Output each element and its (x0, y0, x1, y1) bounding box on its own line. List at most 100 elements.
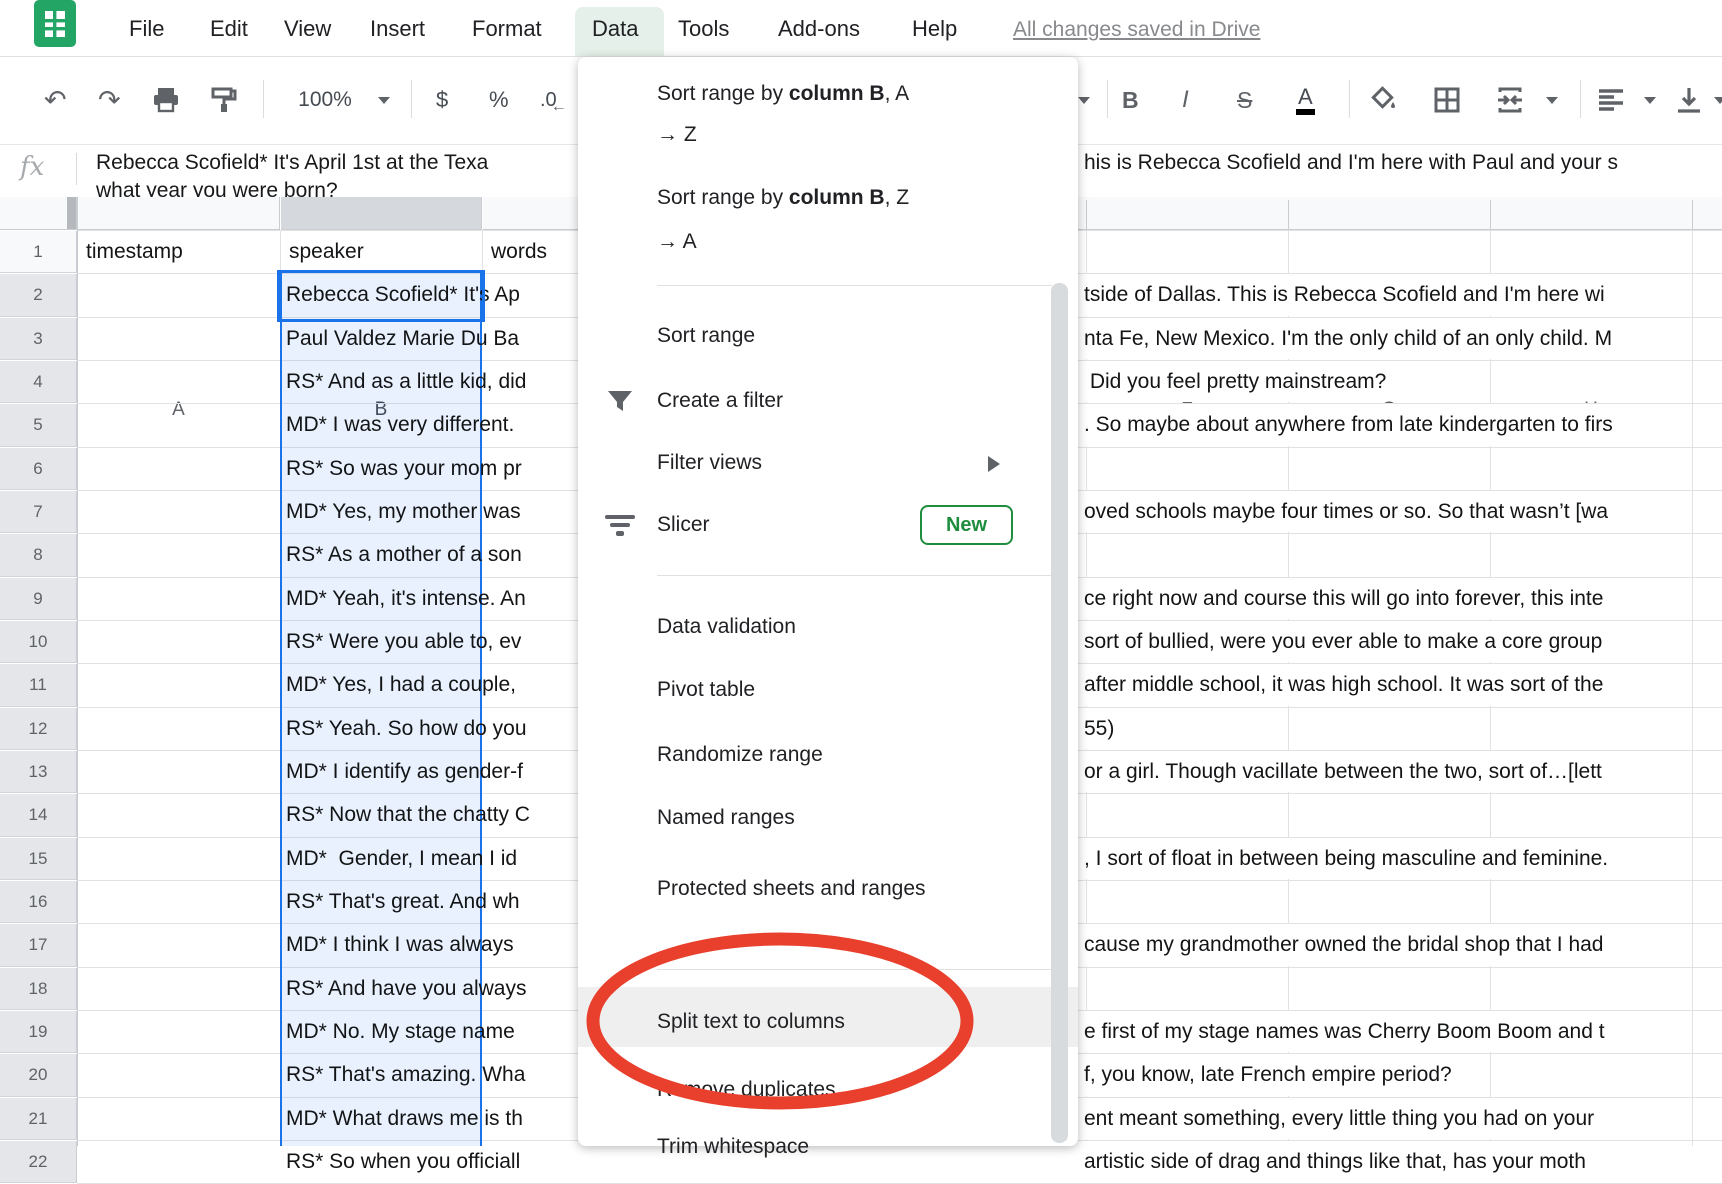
cell-b6[interactable]: RS* So was your mom pr (286, 447, 578, 490)
cell-overflow-row9[interactable]: ce right now and course this will go int… (1084, 578, 1603, 619)
row-header-9[interactable]: 9 (0, 578, 77, 620)
cell-overflow-row11[interactable]: after middle school, it was high school.… (1084, 664, 1603, 706)
row-header-6[interactable]: 6 (0, 448, 77, 490)
column-header-a[interactable]: A (78, 197, 280, 230)
menu-edit[interactable]: Edit (210, 16, 248, 42)
cell-a1[interactable]: timestamp (86, 230, 276, 273)
row-header-15[interactable]: 15 (0, 838, 77, 880)
italic-button[interactable]: I (1182, 82, 1189, 118)
cell-overflow-row7[interactable]: oved schools maybe four times or so. So … (1084, 491, 1608, 532)
row-header-20[interactable]: 20 (0, 1054, 77, 1097)
column-header-b[interactable]: B (281, 197, 482, 230)
row-header-4[interactable]: 4 (0, 361, 77, 403)
more-caret-icon[interactable] (1714, 82, 1722, 118)
cell-overflow-row5[interactable]: . So maybe about anywhere from late kind… (1084, 404, 1613, 446)
active-cell-b2[interactable] (277, 270, 485, 322)
menu-item-slicer[interactable]: Slicer (657, 511, 710, 539)
menu-format[interactable]: Format (472, 16, 542, 42)
cell-b21[interactable]: MD* What draws me is th (286, 1097, 578, 1140)
menu-item-trim-whitespace[interactable]: Trim whitespace (657, 1133, 809, 1161)
cell-b11[interactable]: MD* Yes, I had a couple, (286, 663, 578, 707)
row-header-16[interactable]: 16 (0, 881, 77, 923)
row-header-13[interactable]: 13 (0, 751, 77, 793)
menu-item-protected-sheets[interactable]: Protected sheets and ranges (657, 868, 937, 909)
text-color-button[interactable]: A (1296, 82, 1315, 118)
cell-b8[interactable]: RS* As a mother of a son (286, 533, 578, 577)
cell-b17[interactable]: MD* I think I was always (286, 923, 578, 967)
fill-color-icon[interactable] (1368, 82, 1400, 118)
cell-b22[interactable]: RS* So when you officiall (286, 1140, 578, 1183)
format-percent-button[interactable]: % (489, 82, 509, 118)
row-header-7[interactable]: 7 (0, 491, 77, 533)
menu-item-filter-views[interactable]: Filter views (657, 449, 762, 477)
row-header-3[interactable]: 3 (0, 318, 77, 360)
row-header-11[interactable]: 11 (0, 664, 77, 707)
cell-b19[interactable]: MD* No. My stage name (286, 1010, 578, 1053)
menu-insert[interactable]: Insert (370, 16, 425, 42)
row-header-12[interactable]: 12 (0, 708, 77, 750)
column-header-f[interactable]: F (1086, 197, 1288, 230)
row-header-19[interactable]: 19 (0, 1011, 77, 1053)
cell-b18[interactable]: RS* And have you always (286, 967, 578, 1010)
cell-overflow-row20[interactable]: f, you know, late French empire period? (1084, 1054, 1452, 1096)
redo-icon[interactable]: ↷ (98, 82, 121, 118)
cell-overflow-row10[interactable]: sort of bullied, were you ever able to m… (1084, 621, 1602, 662)
cell-overflow-row15[interactable]: , I sort of float in between being mascu… (1084, 838, 1608, 879)
menu-item-data-validation[interactable]: Data validation (657, 613, 796, 641)
save-status[interactable]: All changes saved in Drive (1013, 18, 1260, 42)
cell-overflow-row21[interactable]: ent meant something, every little thing … (1084, 1098, 1594, 1139)
row-header-17[interactable]: 17 (0, 924, 77, 967)
menu-file[interactable]: File (129, 16, 164, 42)
vertical-align-icon[interactable] (1674, 82, 1704, 118)
decrease-decimal-button[interactable]: .0← (540, 82, 573, 118)
strikethrough-button[interactable]: S (1237, 82, 1252, 118)
row-header-10[interactable]: 10 (0, 621, 77, 663)
row-header-2[interactable]: 2 (0, 274, 77, 317)
cell-b13[interactable]: MD* I identify as gender-f (286, 750, 578, 793)
menu-addons[interactable]: Add-ons (778, 16, 860, 42)
menu-item-pivot-table[interactable]: Pivot table (657, 676, 755, 704)
row-header-14[interactable]: 14 (0, 794, 77, 837)
menu-view[interactable]: View (284, 16, 331, 42)
row-header-18[interactable]: 18 (0, 968, 77, 1010)
column-header-h[interactable]: H (1490, 197, 1692, 230)
cell-c1[interactable]: words (491, 230, 578, 273)
menu-item-split-text-to-columns[interactable]: Split text to columns (657, 1008, 845, 1036)
formula-input-line2[interactable]: what year you were born? (96, 179, 578, 197)
merge-cells-icon[interactable] (1494, 82, 1526, 118)
print-icon[interactable] (151, 82, 181, 118)
row-header-22[interactable]: 22 (0, 1141, 77, 1183)
sheets-logo-icon[interactable] (34, 0, 76, 48)
menu-item-sort-range-desc-line2[interactable]: → A (657, 228, 697, 256)
menu-item-create-filter[interactable]: Create a filter (657, 387, 783, 415)
menu-item-sort-range-desc[interactable]: Sort range by column B, Z (657, 184, 909, 212)
cell-overflow-row13[interactable]: or a girl. Though vacillate between the … (1084, 751, 1602, 792)
row-header-5[interactable]: 5 (0, 404, 77, 447)
cell-b12[interactable]: RS* Yeah. So how do you (286, 707, 578, 750)
cell-overflow-row22[interactable]: artistic side of drag and things like th… (1084, 1141, 1586, 1182)
menu-item-named-ranges[interactable]: Named ranges (657, 804, 795, 832)
cell-overflow-row17[interactable]: cause my grandmother owned the bridal sh… (1084, 924, 1603, 966)
cell-b4[interactable]: RS* And as a little kid, did (286, 360, 578, 403)
menu-item-remove-duplicates[interactable]: Remove duplicates (657, 1076, 836, 1104)
menu-item-sort-range-asc-line2[interactable]: → Z (657, 121, 697, 149)
cell-b15[interactable]: MD* Gender, I mean I id (286, 837, 578, 880)
align-caret-icon[interactable] (1644, 82, 1656, 118)
font-size-caret-icon[interactable] (1078, 82, 1090, 118)
row-header-8[interactable]: 8 (0, 534, 77, 577)
cell-overflow-row3[interactable]: nta Fe, New Mexico. I'm the only child o… (1084, 318, 1612, 359)
menu-item-sort-range-asc[interactable]: Sort range by column B, A (657, 80, 909, 108)
merge-caret-icon[interactable] (1546, 82, 1558, 118)
cell-b7[interactable]: MD* Yes, my mother was (286, 490, 578, 533)
row-header-1[interactable]: 1 (0, 231, 77, 273)
menu-item-randomize-range[interactable]: Randomize range (657, 741, 823, 769)
cell-overflow-row12[interactable]: 55) (1084, 708, 1114, 749)
cell-b20[interactable]: RS* That's amazing. Wha (286, 1053, 578, 1097)
cell-overflow-row19[interactable]: e first of my stage names was Cherry Boo… (1084, 1011, 1605, 1052)
cell-overflow-row4[interactable]: Did you feel pretty mainstream? (1084, 361, 1386, 402)
cell-b1[interactable]: speaker (289, 230, 479, 273)
bold-button[interactable]: B (1122, 82, 1139, 118)
cell-b9[interactable]: MD* Yeah, it's intense. An (286, 577, 578, 620)
cell-b16[interactable]: RS* That's great. And wh (286, 880, 578, 923)
formula-input-line1-left[interactable]: Rebecca Scofield* It's April 1st at the … (96, 151, 578, 181)
